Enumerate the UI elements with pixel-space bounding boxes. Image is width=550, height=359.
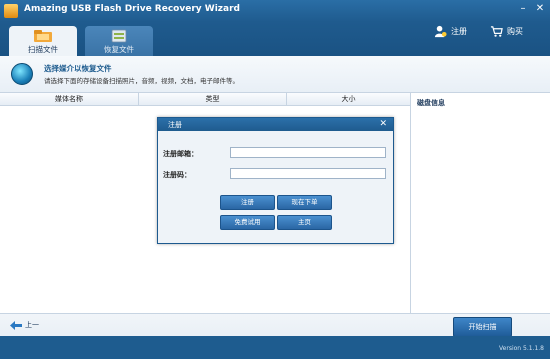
email-label: 注册邮箱： xyxy=(163,150,198,158)
app-window: Amazing USB Flash Drive Recovery Wizard … xyxy=(0,0,550,359)
info-subtitle: 请选择下面的存储设备扫描照片，音频，视频，文档，电子邮件等。 xyxy=(44,77,239,85)
shopping-cart-icon xyxy=(490,25,503,37)
title-bar: Amazing USB Flash Drive Recovery Wizard … xyxy=(0,0,550,22)
register-button[interactable]: 注册 xyxy=(220,195,275,210)
arrow-left-icon xyxy=(10,320,22,330)
version-strip: Version 5.1.1.8 xyxy=(0,336,550,359)
register-header-label: 注册 xyxy=(451,26,467,36)
column-media-name[interactable]: 媒体名称 xyxy=(0,94,138,104)
back-button[interactable]: 上一 xyxy=(10,320,39,330)
close-button[interactable]: ✕ xyxy=(533,2,547,16)
free-trial-button[interactable]: 免费试用 xyxy=(220,215,275,230)
back-label: 上一 xyxy=(25,321,39,329)
code-label: 注册码： xyxy=(163,171,191,179)
order-now-button[interactable]: 现在下单 xyxy=(277,195,332,210)
register-header-button[interactable]: 注册 xyxy=(434,22,467,40)
buy-header-label: 购买 xyxy=(507,26,523,36)
register-dialog: 注册 ✕ 注册邮箱： 注册码： 注册 现在下单 免费试用 主页 xyxy=(157,117,394,244)
start-scan-button[interactable]: 开始扫描 xyxy=(453,317,512,337)
disk-scan-icon xyxy=(11,63,33,85)
window-title: Amazing USB Flash Drive Recovery Wizard xyxy=(24,4,240,14)
disk-info-title: 磁盘信息 xyxy=(417,99,445,107)
homepage-button[interactable]: 主页 xyxy=(277,215,332,230)
tab-scan-files-label: 扫描文件 xyxy=(28,45,58,54)
version-text: Version 5.1.1.8 xyxy=(499,345,544,352)
buy-header-button[interactable]: 购买 xyxy=(490,22,523,40)
minimize-button[interactable]: – xyxy=(516,2,530,16)
info-bar: 选择媒介以恢复文件 请选择下面的存储设备扫描照片，音频，视频，文档，电子邮件等。 xyxy=(0,56,550,93)
dialog-title-bar: 注册 ✕ xyxy=(158,118,393,131)
info-title: 选择媒介以恢复文件 xyxy=(44,64,112,73)
tab-scan-files[interactable]: 扫描文件 xyxy=(9,26,77,56)
registration-code-field[interactable] xyxy=(230,168,386,179)
restore-files-icon xyxy=(111,29,127,43)
disk-info-panel: 磁盘信息 xyxy=(411,93,550,313)
folder-scan-icon xyxy=(34,30,52,42)
dialog-title: 注册 xyxy=(168,121,182,129)
header-bar: 注册 购买 扫描文件 恢复文件 xyxy=(0,22,550,56)
column-size[interactable]: 大小 xyxy=(287,94,410,104)
app-icon xyxy=(4,4,18,18)
column-type[interactable]: 类型 xyxy=(139,94,286,104)
dialog-close-icon[interactable]: ✕ xyxy=(379,119,387,130)
tab-restore-files-label: 恢复文件 xyxy=(104,45,134,54)
tab-restore-files[interactable]: 恢复文件 xyxy=(85,26,153,56)
email-field[interactable] xyxy=(230,147,386,158)
user-icon xyxy=(434,25,447,37)
table-header: 媒体名称 类型 大小 xyxy=(0,93,410,106)
